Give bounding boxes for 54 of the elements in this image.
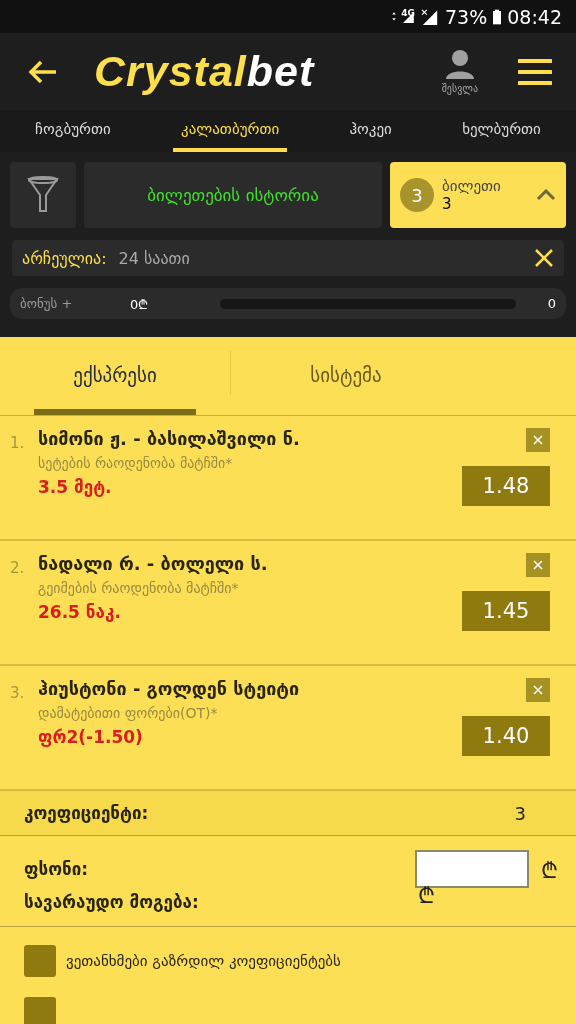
- close-icon: [533, 685, 543, 695]
- user-icon: [444, 49, 475, 79]
- bonus-amount: 0₾: [130, 295, 150, 313]
- remove-button[interactable]: [526, 428, 550, 452]
- checkbox[interactable]: [24, 997, 56, 1024]
- bet-number: 3.: [10, 683, 26, 704]
- remove-button[interactable]: [526, 553, 550, 577]
- coefficient-label: კოეფიციენტი:: [24, 803, 149, 823]
- no-signal-icon: [421, 8, 439, 25]
- market-name: გეიმების რაოდენობა მატჩში*: [38, 580, 240, 596]
- logo: Crystalbet: [94, 47, 316, 96]
- close-icon: [533, 560, 543, 570]
- sport-tab[interactable]: ხელბურთი: [454, 110, 549, 152]
- bet-pick: 3.5 მეტ.: [38, 477, 113, 497]
- bet-type-tab[interactable]: ექსპრესი: [34, 337, 196, 415]
- odds-value: 1.40: [462, 716, 550, 756]
- filter-value: 24 საათი: [118, 248, 191, 268]
- checkbox-label: ვეთანხმები გაზრდილ კოეფიციენტებს: [66, 952, 341, 970]
- funnel-icon: [27, 175, 59, 215]
- bet-pick: 26.5 ნაკ.: [38, 602, 122, 622]
- sport-tab[interactable]: ჰოკეი: [341, 110, 400, 152]
- currency-sign: ₾: [541, 857, 558, 884]
- close-icon: [533, 435, 543, 445]
- bonus-value: 0: [546, 296, 556, 311]
- login-button[interactable]: შესვლა: [435, 48, 484, 95]
- caret-icon: [536, 189, 556, 201]
- market-name: სეტების რაოდენობა მატჩში*: [38, 455, 234, 471]
- battery-icon: [493, 8, 502, 25]
- stake-label: ფსონი:: [24, 859, 90, 879]
- bet-number: 2.: [10, 558, 26, 579]
- filter-label: არჩეულია:: [22, 248, 107, 268]
- bet-number: 1.: [10, 433, 26, 454]
- match-name: ჰიუსტონი - გოლდენ სტეიტი: [38, 678, 301, 699]
- ticket-history-button[interactable]: ბილეთების ისტორია: [84, 162, 382, 228]
- match-name: სიმონი ჟ. - ბასილაშვილი ნ.: [38, 428, 301, 449]
- stake-input[interactable]: [415, 850, 529, 888]
- currency-sign: ₾: [418, 882, 435, 909]
- ticket-button[interactable]: 3 ბილეთი 3: [390, 162, 566, 228]
- remove-button[interactable]: [526, 678, 550, 702]
- clock: 08:42: [507, 5, 562, 28]
- possible-win-label: სავარაუდო მოგება:: [24, 892, 200, 912]
- checkbox[interactable]: [24, 945, 56, 977]
- sport-tab[interactable]: ჩოგბურთი: [27, 110, 119, 152]
- bet-type-tab[interactable]: სისტემა: [265, 337, 427, 415]
- close-icon[interactable]: [534, 248, 554, 268]
- odds-value: 1.45: [462, 591, 550, 631]
- odds-value: 1.48: [462, 466, 550, 506]
- filter-button[interactable]: [10, 162, 76, 228]
- bet-pick: ფრ2(-1.50): [38, 727, 144, 747]
- bonus-label: ბონუს +: [20, 296, 74, 311]
- market-name: დამატებითი ფორები(OT)*: [38, 705, 219, 721]
- match-name: ნადალი რ. - ბოლელი ს.: [38, 553, 269, 574]
- battery-percent: 73%: [445, 5, 488, 28]
- coefficient-value: 3: [514, 802, 526, 824]
